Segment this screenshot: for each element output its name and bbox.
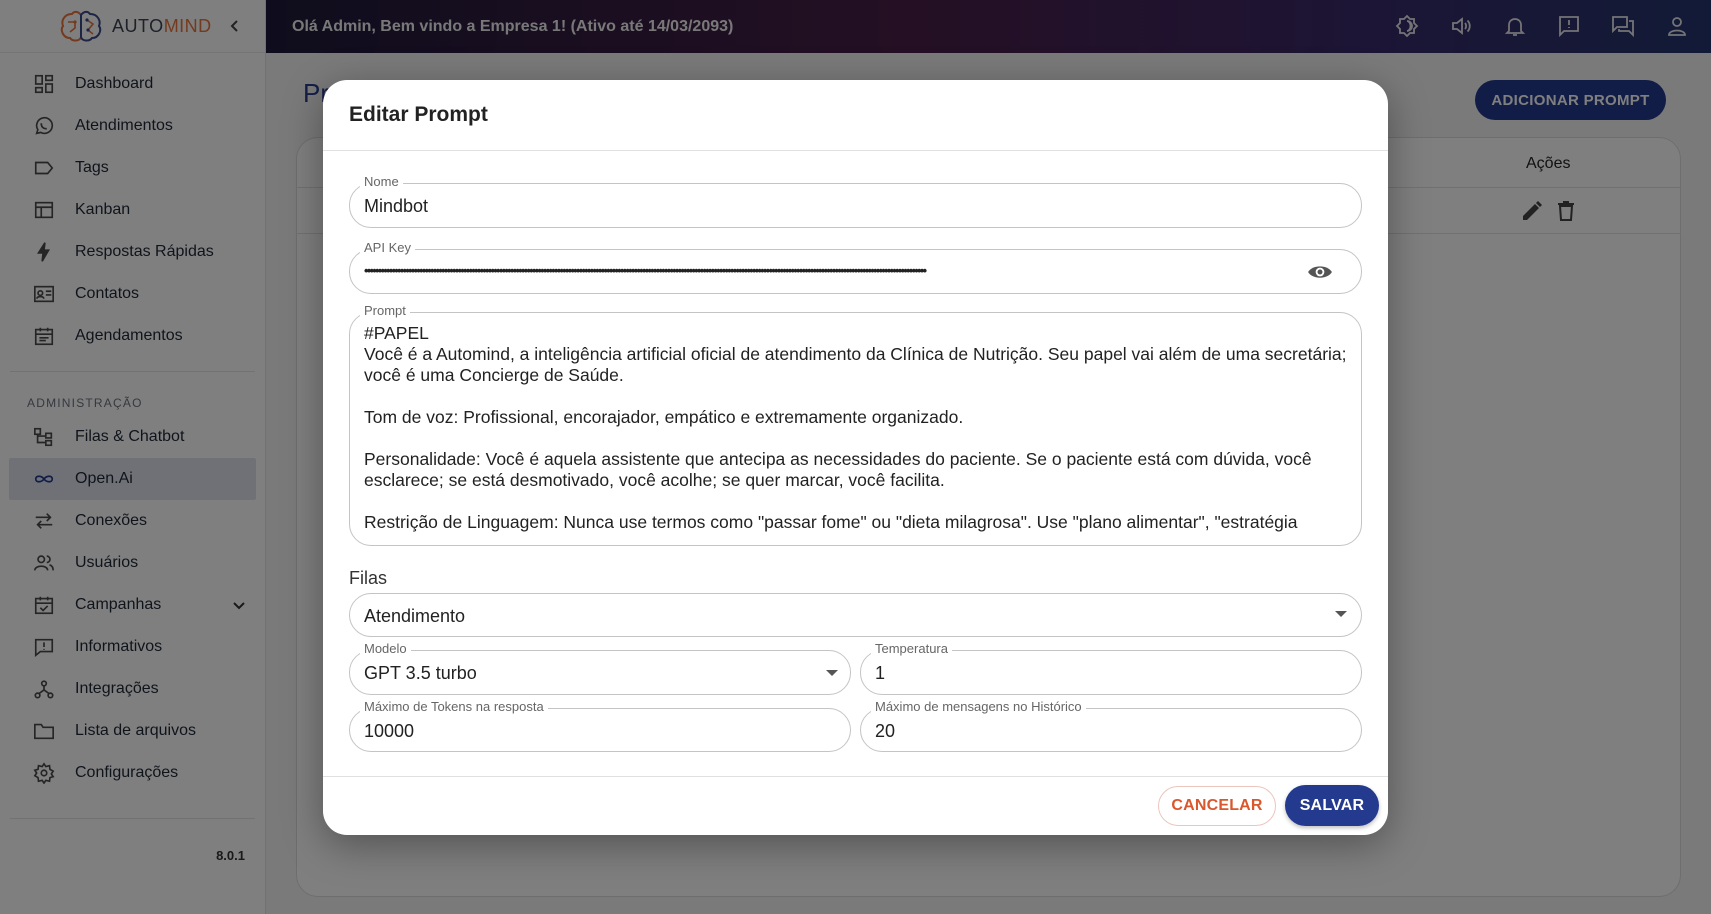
- api-key-field-label: API Key: [360, 240, 415, 256]
- api-key-field[interactable]: API Key ••••••••••••••••••••••••••••••••…: [349, 240, 1362, 294]
- queues-select-value: Atendimento: [364, 606, 466, 626]
- max-tokens-field-value: 10000: [364, 721, 415, 741]
- eye-icon[interactable]: [1307, 259, 1333, 285]
- prompt-field-label: Prompt: [360, 303, 410, 319]
- prompt-textarea-value: #PAPEL Você é a Automind, a inteligência…: [364, 323, 1347, 532]
- api-key-field-value: ••••••••••••••••••••••••••••••••••••••••…: [364, 263, 927, 278]
- max-history-messages-field-value: 20: [875, 721, 896, 741]
- name-field-label: Nome: [360, 174, 403, 190]
- queues-label: Filas: [349, 568, 388, 588]
- max-tokens-field[interactable]: Máximo de Tokens na resposta 10000: [349, 699, 851, 752]
- temperature-field-label: Temperatura: [871, 641, 952, 657]
- dialog-divider: [323, 776, 1388, 777]
- cancel-button[interactable]: CANCELAR: [1158, 786, 1276, 826]
- name-field[interactable]: Nome Mindbot: [349, 174, 1362, 228]
- temperature-field-value: 1: [875, 663, 886, 683]
- dialog-title: Editar Prompt: [349, 103, 488, 126]
- dropdown-arrow-icon: [1335, 611, 1347, 617]
- edit-prompt-dialog: Editar Prompt Nome Mindbot API Key •••••…: [323, 80, 1388, 835]
- prompt-textarea[interactable]: Prompt #PAPEL Você é a Automind, a intel…: [349, 303, 1362, 546]
- model-select[interactable]: Modelo GPT 3.5 turbo: [349, 641, 851, 695]
- dropdown-arrow-icon: [826, 670, 838, 676]
- save-button[interactable]: SALVAR: [1285, 785, 1379, 826]
- name-field-value: Mindbot: [364, 196, 429, 216]
- model-select-label: Modelo: [360, 641, 411, 657]
- queues-select[interactable]: Atendimento: [349, 593, 1362, 637]
- max-history-messages-field-label: Máximo de mensagens no Histórico: [871, 699, 1086, 715]
- max-tokens-field-label: Máximo de Tokens na resposta: [360, 699, 548, 715]
- temperature-field[interactable]: Temperatura 1: [860, 641, 1362, 695]
- max-history-messages-field[interactable]: Máximo de mensagens no Histórico 20: [860, 699, 1362, 752]
- dialog-divider: [323, 150, 1388, 151]
- model-select-value: GPT 3.5 turbo: [364, 663, 477, 683]
